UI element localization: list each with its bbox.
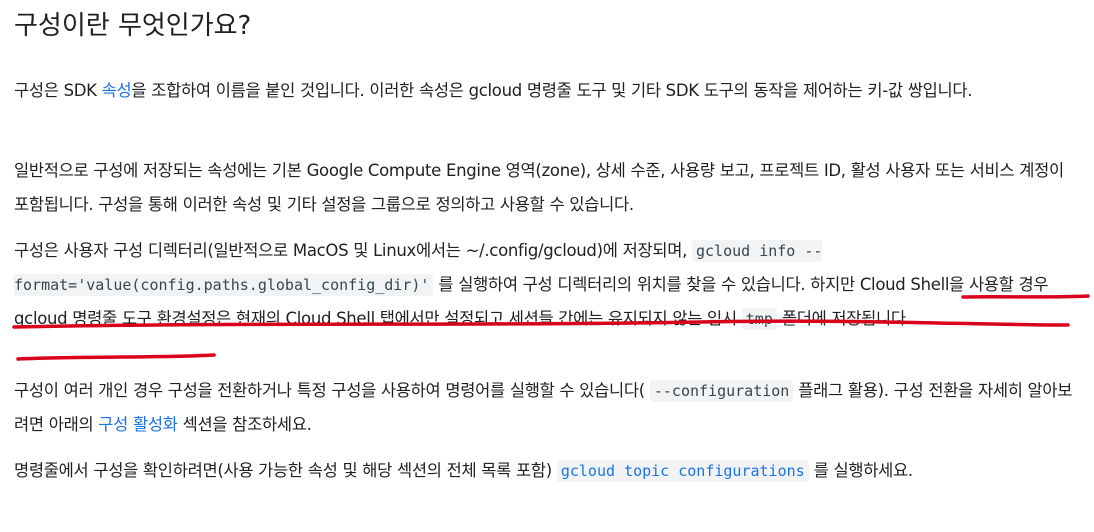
- text: 폴더에 저장됩니다.: [776, 309, 911, 328]
- text: 일반적으로 구성에 저장되는 속성에는 기본 Google Compute En…: [14, 161, 1064, 214]
- section-heading: 구성이란 무엇인가요?: [14, 11, 252, 41]
- paragraph-switching: 구성이 여러 개인 경우 구성을 전환하거나 특정 구성을 사용하여 명령어를 …: [14, 374, 1080, 442]
- text: 구성이 여러 개인 경우 구성을 전환하거나 특정 구성을 사용하여 명령어를 …: [14, 381, 650, 400]
- text: 구성은 사용자 구성 디렉터리(일반적으로 MacOS 및 Linux에서는 ~…: [14, 241, 692, 260]
- text: 명령줄에서 구성을 확인하려면(사용 가능한 속성 및 해당 섹션의 전체 목록…: [14, 461, 557, 480]
- text: 섹션을 참조하세요.: [177, 415, 312, 434]
- activate-config-link[interactable]: 구성 활성화: [98, 415, 178, 434]
- text: 을 조합하여 이름을 붙인 것입니다. 이러한 속성은 gcloud 명령줄 도…: [131, 81, 973, 100]
- paragraph-properties: 일반적으로 구성에 저장되는 속성에는 기본 Google Compute En…: [14, 154, 1080, 222]
- paragraph-location: 구성은 사용자 구성 디렉터리(일반적으로 MacOS 및 Linux에서는 ~…: [14, 234, 1080, 336]
- properties-link[interactable]: 속성: [102, 81, 132, 100]
- inline-code: tmp: [741, 308, 777, 330]
- inline-code: --configuration: [649, 380, 794, 402]
- underline-stroke-3: [16, 353, 216, 361]
- text: 를 실행하세요.: [808, 461, 913, 480]
- paragraph-intro: 구성은 SDK 속성을 조합하여 이름을 붙인 것입니다. 이러한 속성은 gc…: [14, 74, 1080, 108]
- topic-configurations-code-link[interactable]: gcloud topic configurations: [556, 460, 809, 482]
- text: 구성은 SDK: [14, 81, 102, 100]
- article-section: 구성이란 무엇인가요? 구성은 SDK 속성을 조합하여 이름을 붙인 것입니다…: [14, 0, 1080, 482]
- paragraph-help: 명령줄에서 구성을 확인하려면(사용 가능한 속성 및 해당 섹션의 전체 목록…: [14, 454, 1080, 488]
